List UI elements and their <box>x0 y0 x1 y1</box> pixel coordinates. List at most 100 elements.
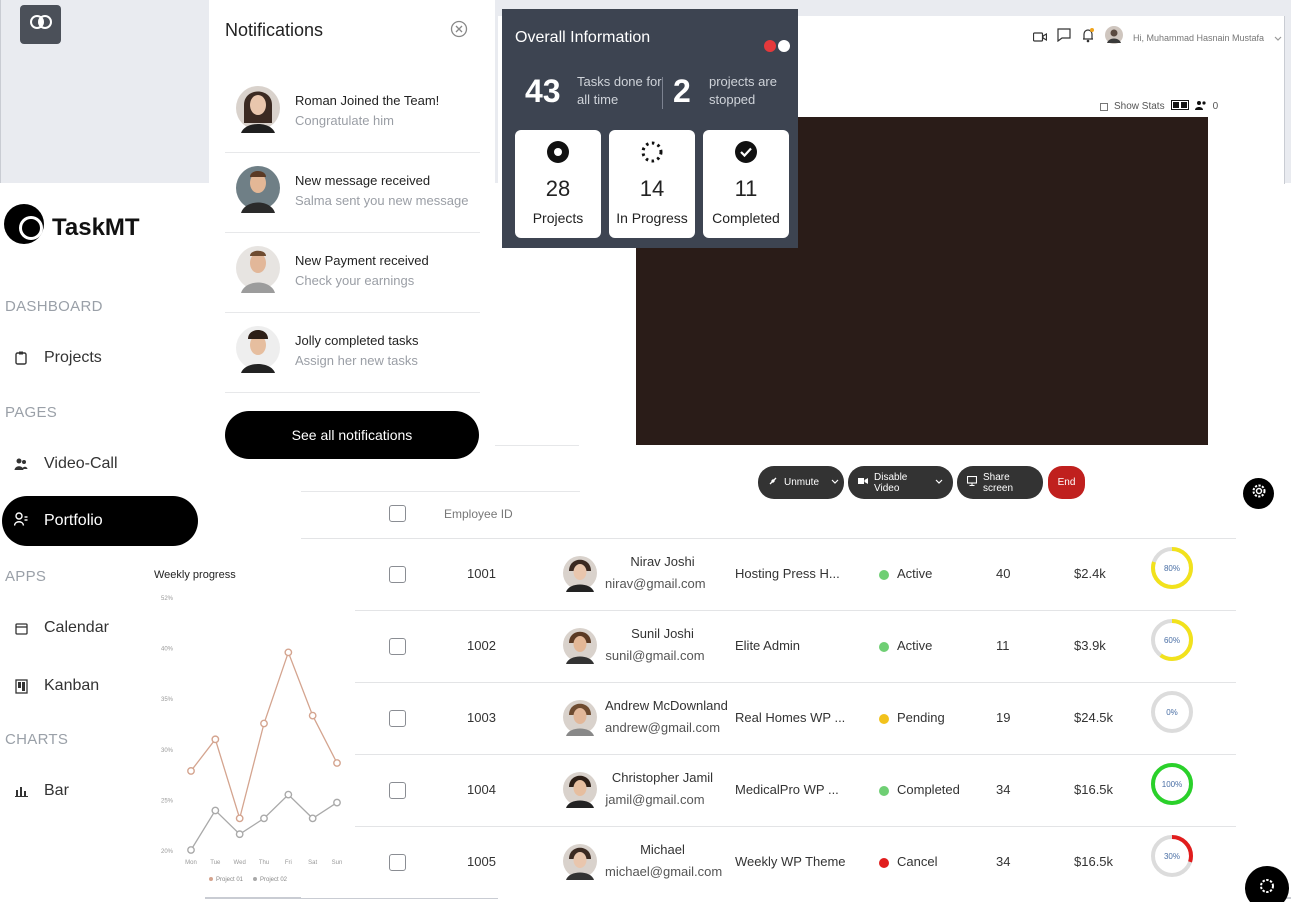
see-all-notifications-button[interactable]: See all notifications <box>225 411 479 459</box>
sidebar-item-label: Video-Call <box>44 455 118 472</box>
video-stats-bar: Show Stats 0 <box>1100 100 1218 113</box>
chevron-down-icon <box>935 477 943 488</box>
brain-icon <box>29 12 52 37</box>
user-greeting[interactable]: Hi, Muhammad Hasnain Mustafa <box>1133 33 1264 43</box>
row-checkbox[interactable] <box>389 566 406 583</box>
task-count: 34 <box>996 782 1011 797</box>
data-point[interactable] <box>260 719 268 728</box>
data-point[interactable] <box>211 806 220 815</box>
show-stats-label: Show Stats <box>1114 101 1165 112</box>
brand-name: TaskMT <box>52 213 140 241</box>
completed-stat-card[interactable]: 11 Completed <box>703 130 789 238</box>
end-call-button[interactable]: End <box>1048 466 1085 499</box>
row-checkbox[interactable] <box>389 710 406 727</box>
status-badge: Cancel <box>879 854 937 869</box>
settings-fab[interactable] <box>1245 866 1289 902</box>
employee-name: Christopher Jamil <box>611 770 714 785</box>
status-dot-red <box>764 40 776 52</box>
sidebar-item-calendar[interactable]: Calendar <box>14 619 109 637</box>
close-icon[interactable] <box>450 20 468 38</box>
legend-marker <box>253 877 257 881</box>
data-point[interactable] <box>308 711 317 720</box>
stat-value: 28 <box>545 176 571 201</box>
status-dot <box>879 569 889 580</box>
notification-item[interactable]: New Payment received Check your earnings <box>225 233 480 313</box>
legend-label: Project 01 <box>216 877 244 883</box>
status-dot <box>879 857 889 868</box>
tasks-done-count: 43 <box>525 73 561 109</box>
y-tick-label: 40% <box>161 647 174 653</box>
notification-item[interactable]: New message received Salma sent you new … <box>225 153 480 233</box>
chat-icon[interactable] <box>1057 28 1071 47</box>
disable-video-button[interactable]: Disable Video <box>848 466 953 499</box>
employee-id: 1005 <box>467 854 496 869</box>
data-point[interactable] <box>187 846 195 854</box>
y-tick-label: 52% <box>161 596 174 602</box>
status-badge: Active <box>879 638 932 653</box>
data-point[interactable] <box>235 814 244 823</box>
layout-grid-icon[interactable] <box>1170 100 1189 113</box>
microphone-off-icon <box>768 476 778 489</box>
notification-item[interactable]: Roman Joined the Team! Congratulate him <box>225 73 480 153</box>
row-checkbox[interactable] <box>389 782 406 799</box>
notifications-title: Notifications <box>225 20 324 40</box>
avatar <box>562 695 598 744</box>
sidebar-item-portfolio[interactable]: Portfolio <box>2 496 198 546</box>
share-screen-button[interactable]: Share screen <box>957 466 1043 499</box>
share-screen-label: Share screen <box>983 471 1014 494</box>
projects-stat-card[interactable]: 28 Projects <box>515 130 601 238</box>
select-all-checkbox[interactable] <box>389 505 406 522</box>
notification-title: Jolly completed tasks <box>295 333 419 348</box>
in-progress-stat-card[interactable]: 14 In Progress <box>609 130 695 238</box>
status-dot-white <box>778 40 790 52</box>
stat-label: Projects <box>532 210 584 226</box>
notification-subtitle: Salma sent you new message <box>295 193 469 208</box>
data-point[interactable] <box>308 814 317 823</box>
avatar[interactable] <box>1105 26 1123 49</box>
data-point[interactable] <box>333 759 341 767</box>
settings-button[interactable] <box>1243 478 1274 509</box>
show-stats-checkbox[interactable] <box>1100 102 1108 111</box>
project-name: Weekly WP Theme <box>735 854 846 869</box>
circle-icon <box>546 140 570 164</box>
sidebar-item-kanban[interactable]: Kanban <box>14 677 99 695</box>
data-point[interactable] <box>235 830 244 839</box>
x-tick-label: Sat <box>308 860 317 866</box>
row-checkbox[interactable] <box>389 854 406 871</box>
avatar <box>235 319 281 382</box>
notification-item[interactable]: Jolly completed tasks Assign her new tas… <box>225 313 480 393</box>
stat-value: 14 <box>639 176 665 201</box>
data-point[interactable] <box>211 735 220 744</box>
data-point[interactable] <box>260 814 268 823</box>
row-checkbox[interactable] <box>389 638 406 655</box>
participants-count: 0 <box>1212 101 1219 112</box>
employee-email: michael@gmail.com <box>605 864 723 879</box>
amount: $16.5k <box>1074 782 1114 797</box>
sidebar-item-projects[interactable]: Projects <box>14 349 102 367</box>
frame-border <box>0 0 1 183</box>
tasks-done-label: Tasks done for all time <box>577 74 662 107</box>
svg-text:60%: 60% <box>1164 636 1180 645</box>
gear-icon <box>1257 876 1277 901</box>
svg-text:30%: 30% <box>1164 852 1180 861</box>
status-label: Cancel <box>897 854 938 869</box>
status-label: Pending <box>897 710 945 725</box>
sidebar-item-bar[interactable]: Bar <box>14 782 69 800</box>
projects-stopped-count: 2 <box>673 73 691 109</box>
sidebar-item-video-call[interactable]: Video-Call <box>14 455 118 473</box>
chevron-down-icon[interactable] <box>1274 29 1282 47</box>
ai-assistant-button[interactable] <box>20 5 61 44</box>
unmute-button[interactable]: Unmute <box>758 466 844 499</box>
progress-ring: 100% <box>1149 761 1195 812</box>
brand-logo[interactable]: TaskMT <box>4 198 140 257</box>
video-camera-icon[interactable] <box>1032 29 1048 47</box>
bell-icon[interactable] <box>1081 27 1095 48</box>
employee-email: jamil@gmail.com <box>605 792 705 807</box>
data-point[interactable] <box>284 790 293 799</box>
project-name: Real Homes WP ... <box>735 710 846 725</box>
data-point[interactable] <box>333 798 341 807</box>
data-point[interactable] <box>187 767 195 775</box>
svg-text:0%: 0% <box>1166 708 1178 717</box>
status-dot <box>879 785 889 796</box>
data-point[interactable] <box>284 648 293 657</box>
